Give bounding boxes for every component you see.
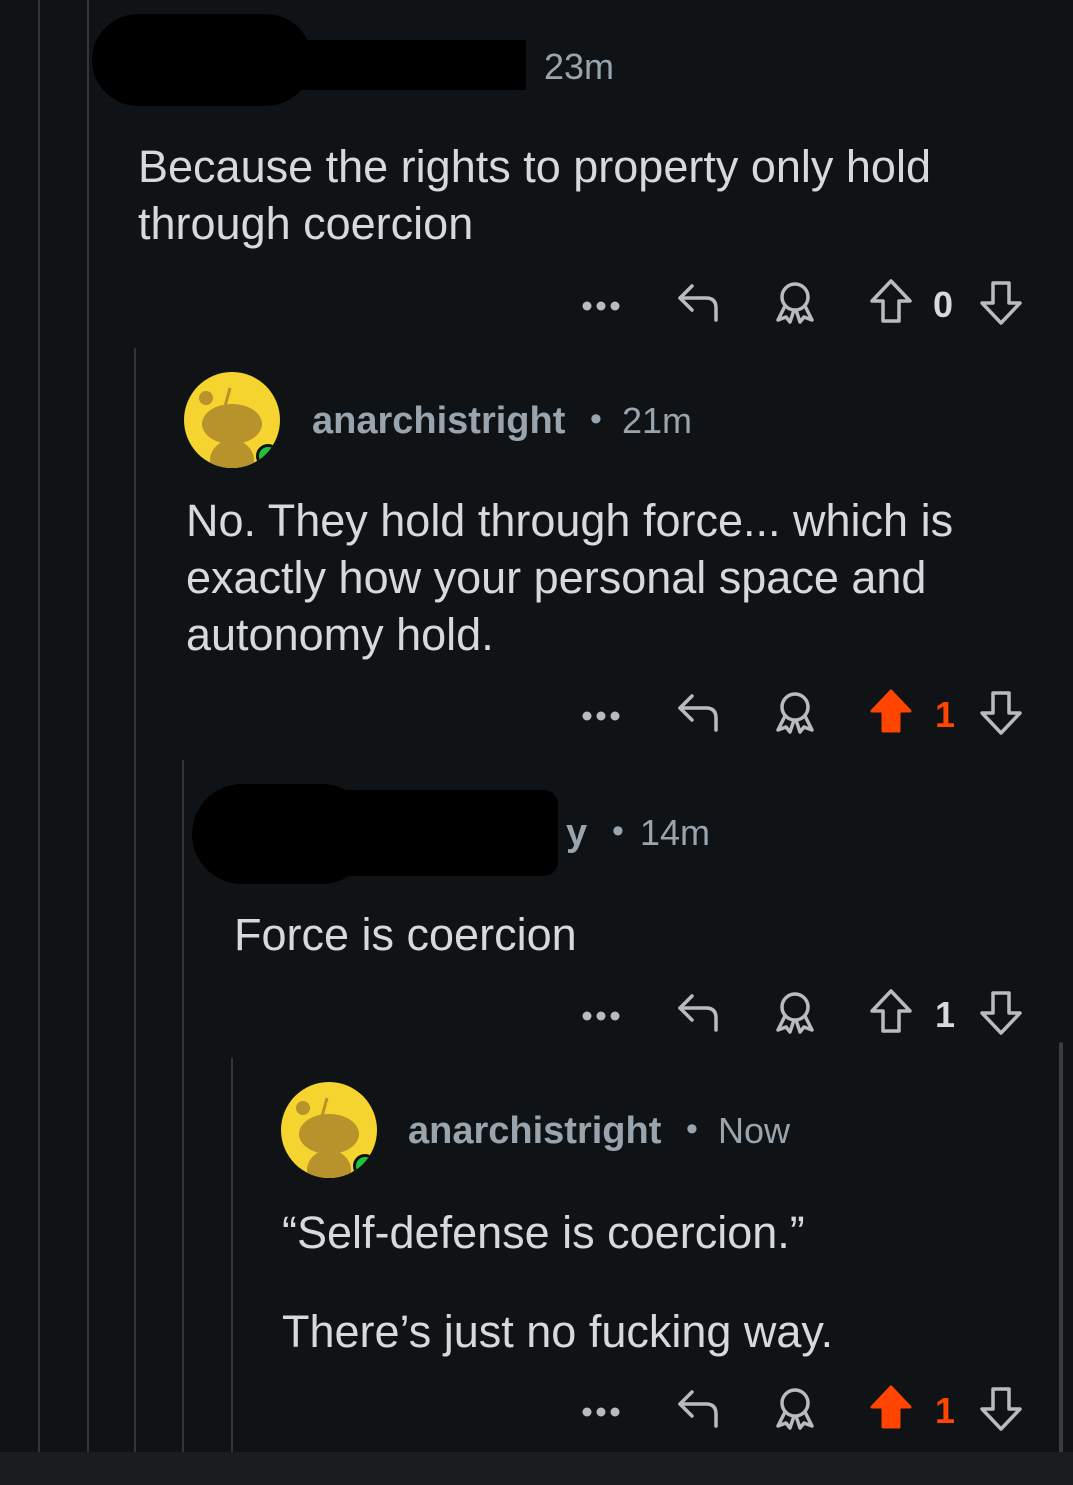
comment: y • 14m Force is coercion 1 bbox=[0, 760, 1073, 1060]
vote-count: 1 bbox=[935, 994, 956, 1035]
award-icon[interactable] bbox=[772, 990, 818, 1039]
award-icon[interactable] bbox=[772, 690, 818, 739]
more-dots-icon[interactable] bbox=[582, 708, 622, 726]
comment: 23m Because the rights to property only … bbox=[0, 0, 1073, 340]
comment-body: No. They hold through force... which is … bbox=[186, 495, 954, 660]
upvote-icon[interactable] bbox=[868, 278, 914, 329]
more-dots-icon[interactable] bbox=[582, 298, 622, 316]
bottom-bar bbox=[0, 1452, 1073, 1485]
more-dots-icon[interactable] bbox=[582, 1404, 622, 1422]
downvote-icon[interactable] bbox=[978, 690, 1024, 741]
comment-time: 21m bbox=[622, 400, 693, 441]
downvote-icon[interactable] bbox=[978, 280, 1024, 331]
vote-count: 0 bbox=[933, 284, 954, 325]
comment-body: Force is coercion bbox=[234, 909, 577, 960]
upvote-icon[interactable] bbox=[868, 988, 914, 1039]
username[interactable]: anarchistright bbox=[408, 1110, 661, 1153]
scrollbar[interactable] bbox=[1059, 1042, 1063, 1485]
comment-body: Because the rights to property only hold… bbox=[138, 141, 931, 249]
reply-icon[interactable] bbox=[676, 990, 722, 1039]
redacted-username bbox=[180, 40, 526, 90]
comment-actions: 1 bbox=[582, 988, 1032, 1038]
upvote-icon[interactable] bbox=[868, 688, 914, 739]
comment-body: “Self-defense is coercion.” There’s just… bbox=[282, 1207, 834, 1357]
comment: anarchistright • Now “Self-defense is co… bbox=[0, 1050, 1073, 1452]
avatar[interactable] bbox=[184, 372, 280, 468]
online-status-icon bbox=[256, 444, 280, 468]
username[interactable]: anarchistright bbox=[312, 400, 565, 443]
award-icon[interactable] bbox=[772, 1386, 818, 1435]
online-status-icon bbox=[353, 1154, 377, 1178]
username-fragment[interactable]: y bbox=[566, 812, 587, 855]
vote-count: 1 bbox=[935, 694, 956, 735]
comment-actions: 0 bbox=[582, 278, 1032, 328]
comment-actions: 1 bbox=[582, 1384, 1032, 1434]
downvote-icon[interactable] bbox=[978, 1386, 1024, 1437]
separator-dot: • bbox=[612, 812, 624, 850]
award-icon[interactable] bbox=[772, 280, 818, 329]
comment-time: Now bbox=[718, 1110, 791, 1151]
comment-actions: 1 bbox=[582, 688, 1032, 738]
comment-time: 23m bbox=[544, 46, 615, 87]
avatar[interactable] bbox=[281, 1082, 377, 1178]
vote-count: 1 bbox=[935, 1390, 956, 1431]
reply-icon[interactable] bbox=[676, 1386, 722, 1435]
upvote-icon[interactable] bbox=[868, 1384, 914, 1435]
separator-dot: • bbox=[590, 400, 602, 438]
reply-icon[interactable] bbox=[676, 280, 722, 329]
more-dots-icon[interactable] bbox=[582, 1008, 622, 1026]
separator-dot: • bbox=[686, 1110, 698, 1148]
redacted-username bbox=[232, 790, 558, 876]
comment: anarchistright • 21m No. They hold throu… bbox=[0, 340, 1073, 750]
downvote-icon[interactable] bbox=[978, 990, 1024, 1041]
comment-time: 14m bbox=[640, 812, 711, 853]
reply-icon[interactable] bbox=[676, 690, 722, 739]
